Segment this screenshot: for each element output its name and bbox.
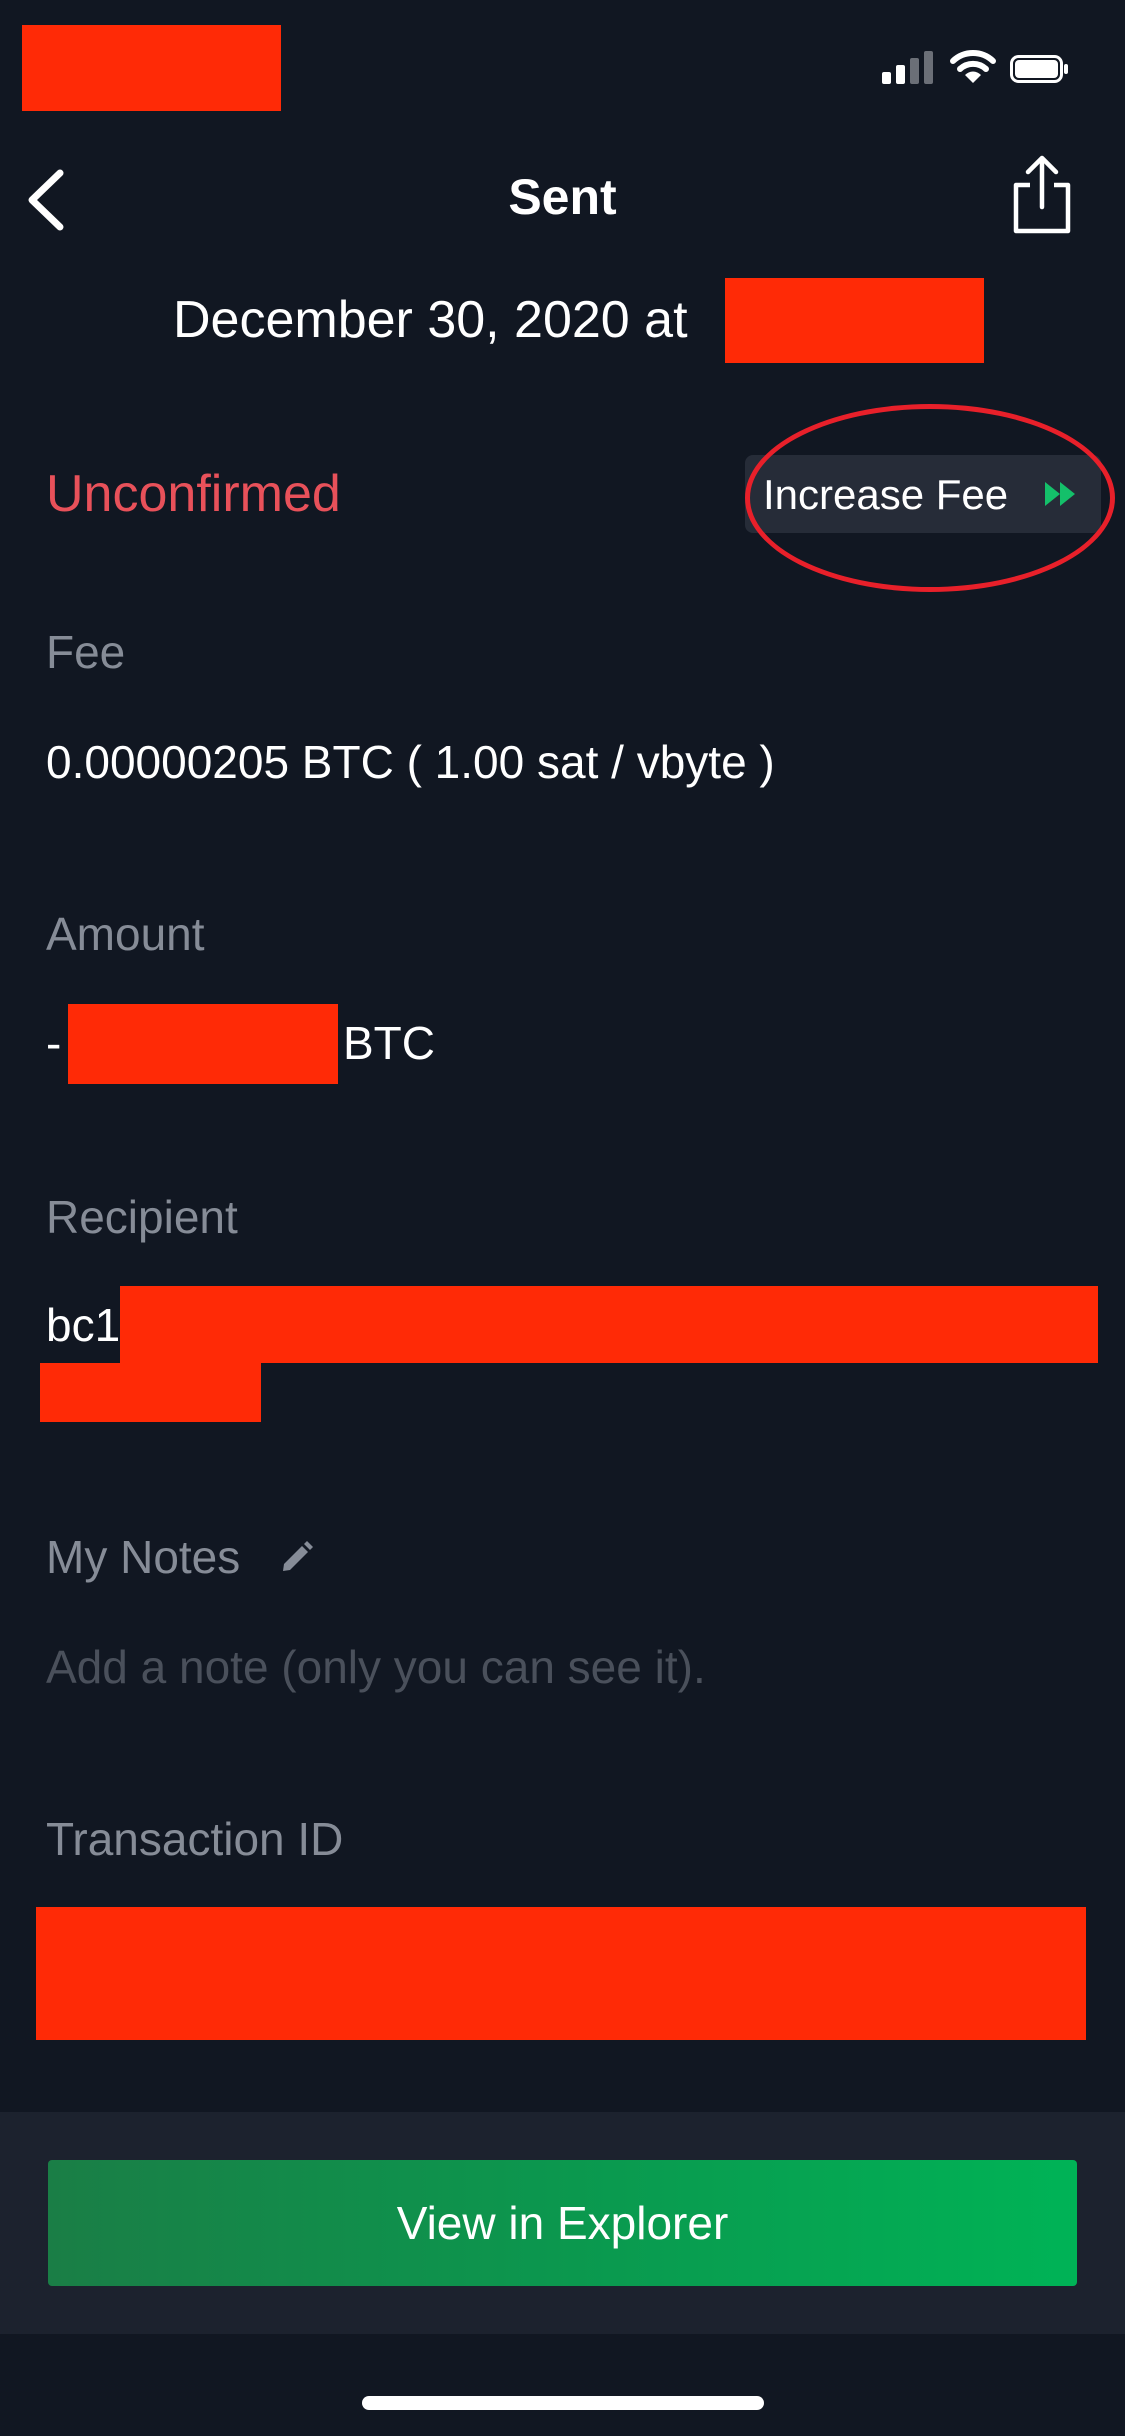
share-icon[interactable]: [1010, 155, 1074, 235]
notes-input[interactable]: Add a note (only you can see it).: [46, 1640, 706, 1694]
page-title: Sent: [508, 169, 617, 225]
recipient-label: Recipient: [46, 1191, 238, 1243]
notes-label: My Notes: [46, 1531, 241, 1583]
battery-icon: [1010, 55, 1068, 83]
transaction-id-label: Transaction ID: [46, 1813, 344, 1865]
status-label: Unconfirmed: [46, 465, 341, 523]
home-indicator: [362, 2396, 764, 2410]
view-in-explorer-button[interactable]: View in Explorer: [48, 2160, 1077, 2286]
redacted-time-of-day: [725, 278, 984, 363]
pencil-icon[interactable]: [278, 1538, 316, 1576]
signal-icon: [882, 51, 934, 84]
highlight-circle: [745, 404, 1115, 592]
fee-label: Fee: [46, 626, 126, 678]
recipient-prefix: bc1: [46, 1299, 121, 1351]
fee-value: 0.00000205 BTC ( 1.00 sat / vbyte ): [46, 736, 775, 788]
redacted-amount: [68, 1004, 338, 1084]
redacted-recipient-line-2: [40, 1363, 261, 1422]
amount-unit: BTC: [343, 1017, 435, 1069]
redacted-time: [22, 25, 281, 111]
wifi-icon: [950, 50, 996, 83]
redacted-transaction-id: [36, 1907, 1086, 2040]
amount-label: Amount: [46, 908, 205, 960]
transaction-date: December 30, 2020 at: [173, 291, 688, 349]
amount-prefix: -: [46, 1017, 62, 1069]
redacted-recipient-line-1: [120, 1286, 1098, 1363]
